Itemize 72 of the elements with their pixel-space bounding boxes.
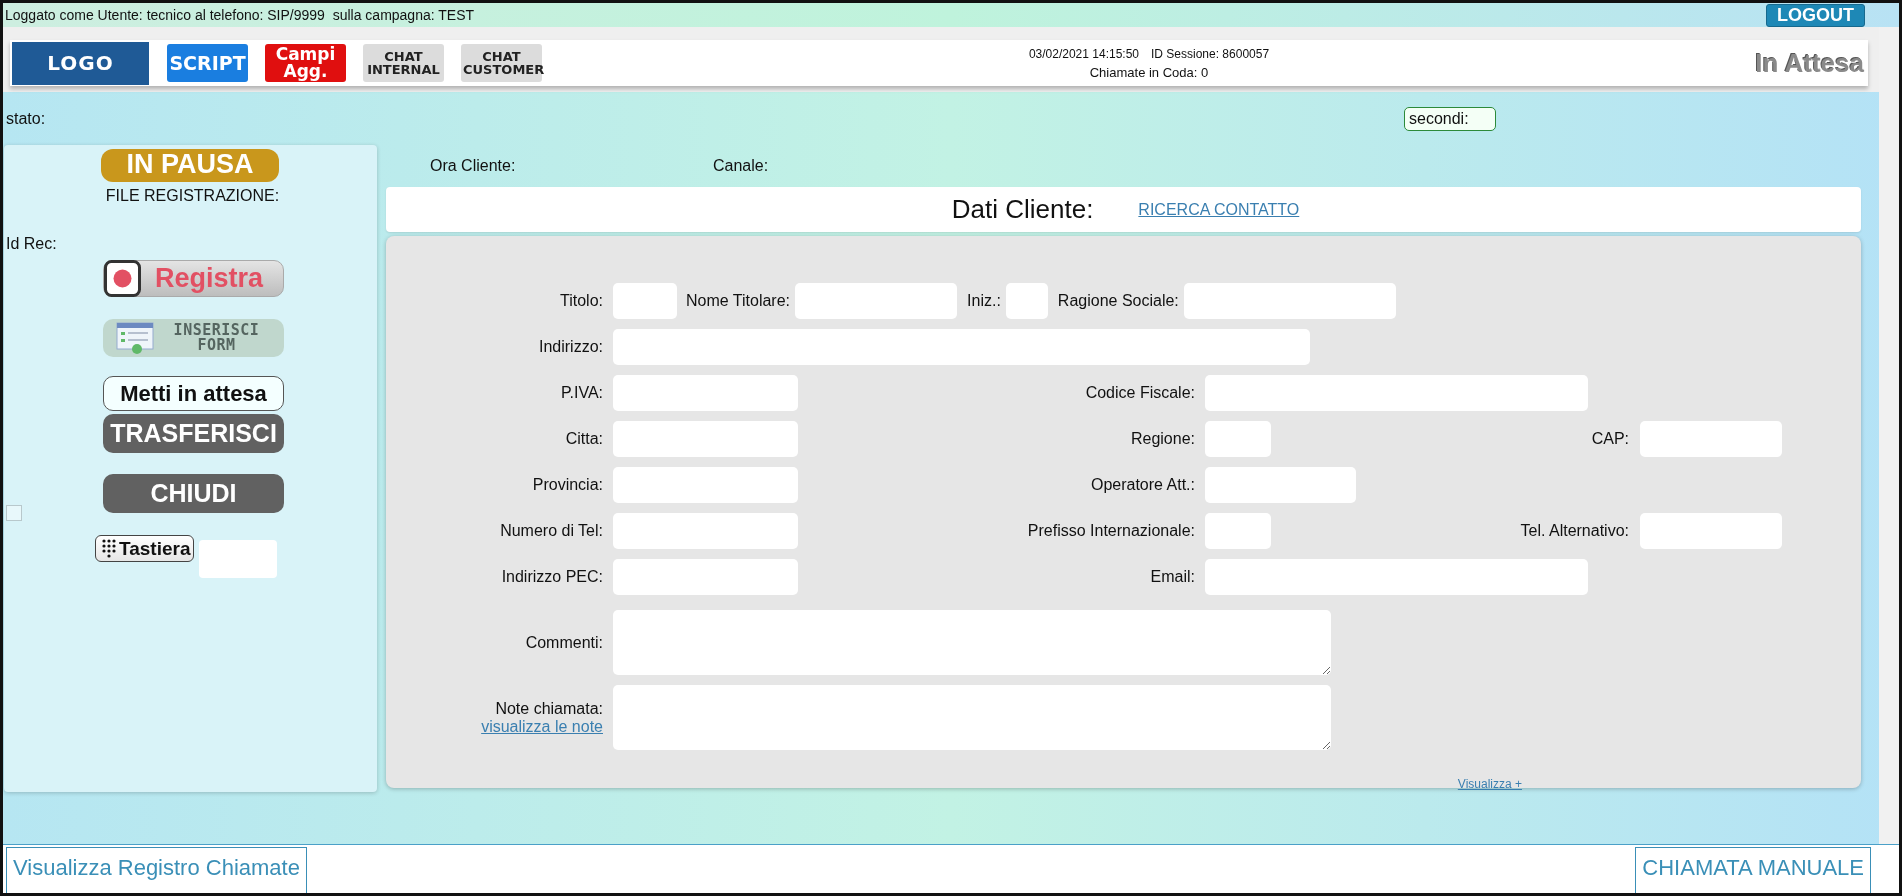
toolbar-button[interactable]: CHAT INTERNAL [363, 44, 444, 82]
seconds-field: secondi: [1404, 106, 1496, 131]
text-field[interactable] [1640, 513, 1782, 549]
text-field[interactable] [613, 467, 798, 503]
field-label: Titolo: [559, 292, 603, 310]
field-label: Numero di Tel: [500, 522, 604, 540]
id-rec-label: Id Rec: [6, 235, 57, 252]
logout-button[interactable]: LOGOUT [1766, 3, 1865, 27]
field-label: Regione: [1130, 430, 1196, 448]
field-label: Iniz.: [967, 292, 1001, 310]
form-icon [115, 322, 154, 354]
queue-count: Chiamate in Coda: 0 [1088, 64, 1210, 80]
keypad-button[interactable]: Tastiera [95, 535, 195, 562]
status-label: stato: [5, 109, 47, 128]
show-more-link[interactable]: Visualizza + [1457, 777, 1522, 791]
field-label: Operatore Att.: [1090, 476, 1196, 494]
text-field[interactable] [613, 559, 798, 595]
field-label: Tel. Alternativo: [1520, 522, 1630, 540]
client-time-label: Ora Cliente: [430, 157, 517, 175]
text-field[interactable] [795, 283, 958, 319]
field-label: P.IVA: [560, 384, 604, 402]
login-info: Loggato come Utente: tecnico al telefono: SIP/9999 sulla campagna: TEST [5, 7, 475, 23]
text-field[interactable] [613, 421, 798, 457]
field-label: Provincia: [532, 476, 604, 494]
field-label: Prefisso Internazionale: [1027, 522, 1196, 540]
text-field[interactable] [613, 513, 798, 549]
datetime: 03/02/2021 14:15:50 [1028, 46, 1139, 61]
text-field[interactable] [1183, 283, 1396, 319]
text-field[interactable] [1205, 421, 1271, 457]
hold-button[interactable]: Metti in attesa [103, 376, 284, 411]
action-button[interactable]: TRASFERISCI [103, 414, 284, 453]
session-id: ID Sessione: 8600057 [1151, 46, 1270, 61]
text-field[interactable] [1205, 467, 1356, 503]
checkbox[interactable] [6, 505, 22, 521]
field-label: Note chiamata: [495, 699, 603, 718]
pause-badge: IN PAUSA [101, 149, 279, 182]
text-area[interactable] [613, 685, 1331, 750]
record-icon [104, 260, 141, 297]
toolbar-button[interactable]: SCRIPT [167, 44, 248, 82]
field-label: Commenti: [525, 633, 603, 652]
text-field[interactable] [1205, 559, 1588, 595]
text-field[interactable] [1205, 375, 1588, 411]
channel-label: Canale: [713, 157, 769, 175]
keypad-input[interactable] [199, 540, 278, 578]
recording-file-label: FILE REGISTRAZIONE: [105, 187, 280, 204]
text-field[interactable] [1640, 421, 1782, 457]
record-button[interactable]: Registra [103, 260, 284, 297]
toolbar-button[interactable]: CHAT CUSTOMER [461, 44, 542, 82]
call-log-button[interactable]: Visualizza Registro Chiamate [6, 847, 307, 893]
agent-status: In Attesa [1754, 47, 1865, 79]
text-field[interactable] [613, 329, 1310, 365]
action-button[interactable]: CHIUDI [103, 474, 284, 513]
field-label: CAP: [1591, 430, 1630, 448]
section-title: Dati Cliente: [951, 194, 1094, 225]
field-label: Indirizzo PEC: [501, 568, 604, 586]
logo: LOGO [12, 41, 149, 85]
keypad-icon [102, 539, 116, 558]
field-label: Citta: [565, 430, 604, 448]
toolbar-button[interactable]: Campi Agg. [265, 44, 346, 82]
field-label: Ragione Sociale: [1057, 292, 1179, 310]
manual-call-button[interactable]: CHIAMATA MANUALE [1635, 847, 1871, 893]
text-area[interactable] [613, 610, 1331, 675]
text-field[interactable] [613, 375, 798, 411]
notes-link[interactable]: visualizza le note [481, 717, 603, 736]
field-label: Email: [1150, 568, 1196, 586]
field-label: Nome Titolare: [686, 292, 791, 310]
field-label: Indirizzo: [538, 338, 604, 356]
text-field[interactable] [1005, 283, 1048, 319]
text-field[interactable] [1205, 513, 1271, 549]
field-label: Codice Fiscale: [1085, 384, 1196, 402]
text-field[interactable] [613, 283, 677, 319]
search-contact-link[interactable]: RICERCA CONTATTO [1138, 200, 1300, 219]
